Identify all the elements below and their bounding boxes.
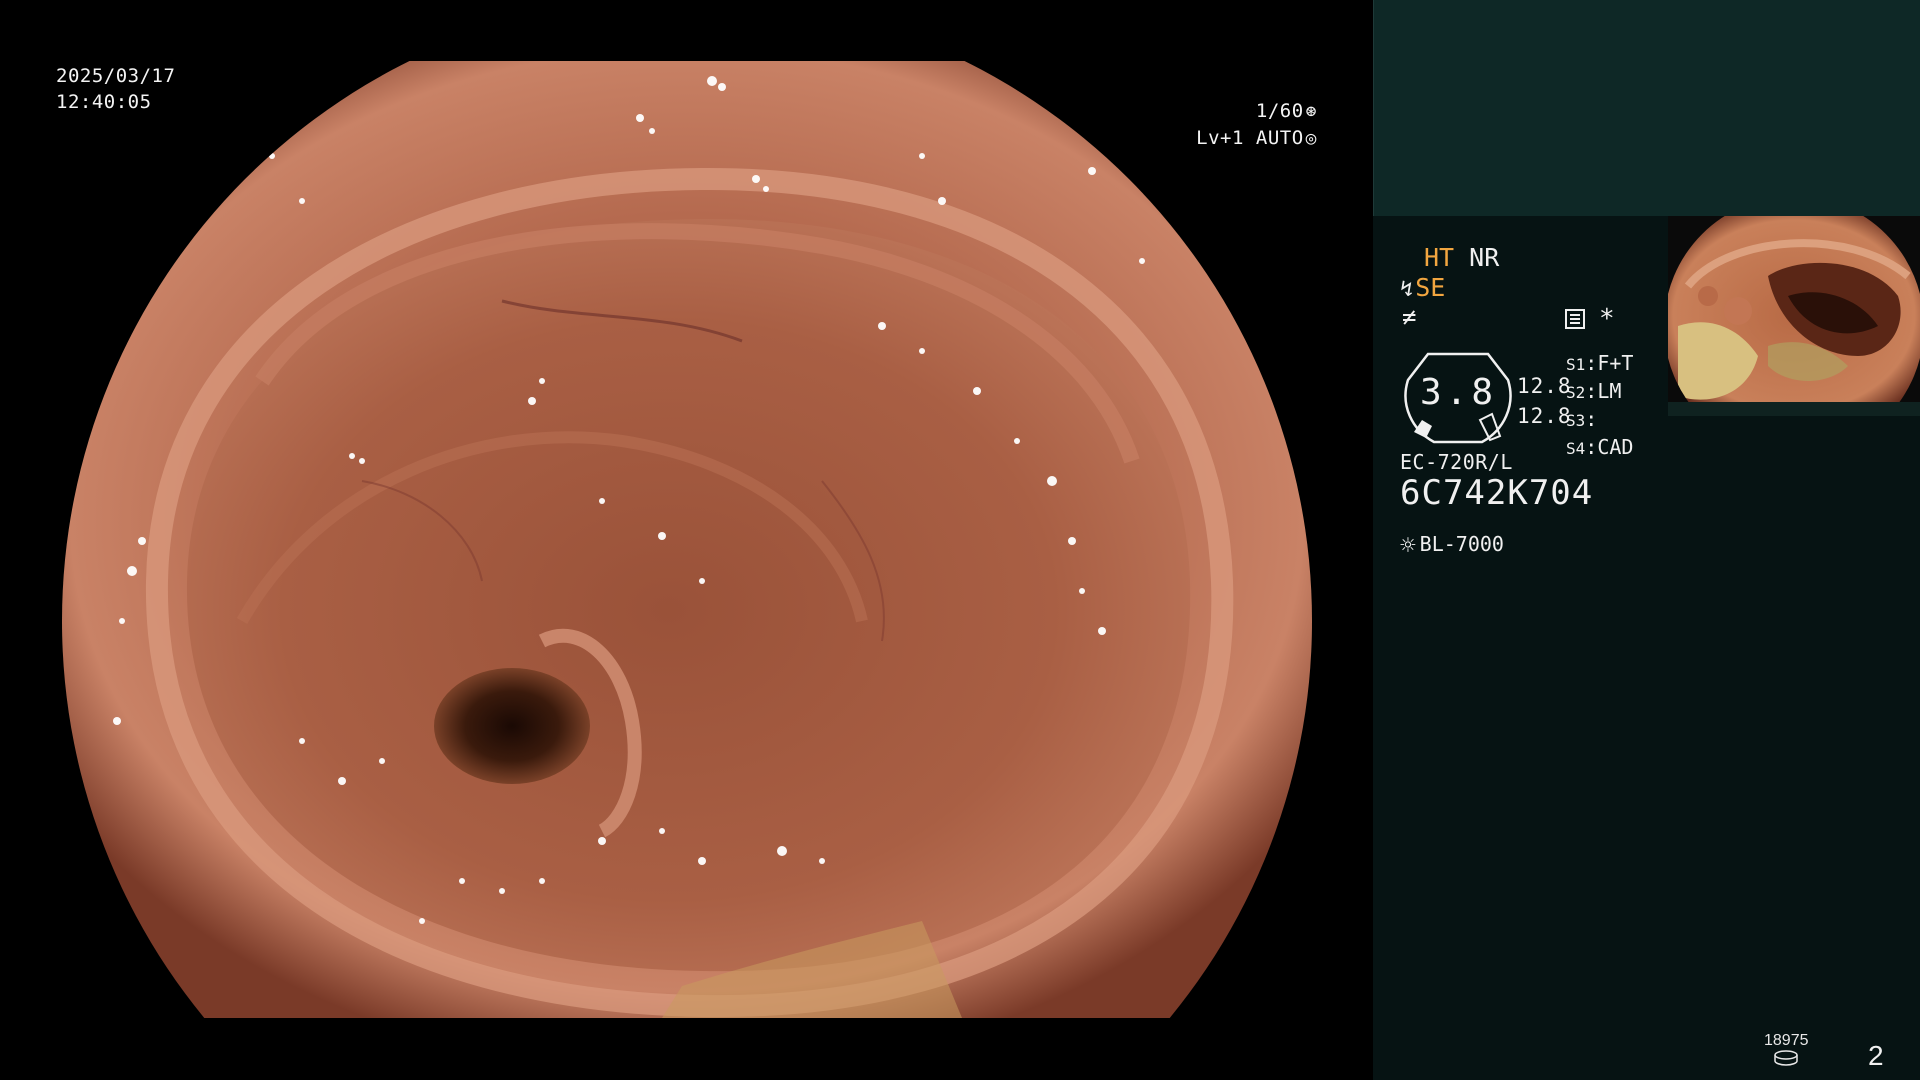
- light-source-model: BL-7000: [1419, 532, 1504, 556]
- gauge-side-top: 12.8: [1517, 374, 1572, 398]
- endoscope-live-view: [62, 61, 1312, 1018]
- not-equal-icon: ≠: [1402, 303, 1417, 331]
- settings-list-icon: [1565, 309, 1585, 329]
- gauge-side-values: 12.8 12.8: [1517, 371, 1572, 431]
- datetime-overlay: 2025/03/17 12:40:05: [56, 63, 175, 115]
- colon-lumen-image: [62, 61, 1312, 1018]
- scope-serial: 6C742K704: [1400, 473, 1594, 513]
- lamp-sun-icon: ☼: [1400, 531, 1416, 561]
- switch-row: S3:: [1566, 407, 1598, 431]
- exam-time: 12:40:05: [56, 91, 152, 113]
- capture-thumbnail[interactable]: [1668, 216, 1920, 415]
- zoom-value: 3.8: [1420, 372, 1498, 413]
- storage-disk-icon: [1774, 1050, 1798, 1066]
- switch-row: S1:F+T: [1566, 351, 1634, 375]
- capture-count: 18975: [1764, 1032, 1809, 1049]
- scope-tip-icon: ↯: [1400, 277, 1414, 302]
- page-number: 2: [1868, 1040, 1884, 1071]
- ht-label: HT: [1424, 243, 1455, 272]
- exam-date: 2025/03/17: [56, 65, 176, 87]
- shutter-speed: 1/60: [1255, 100, 1304, 122]
- thumbnail-info-strip: [1668, 402, 1920, 416]
- asterisk-indicator: *: [1599, 304, 1615, 334]
- scope-model: EC-720R/L: [1400, 450, 1513, 474]
- iris-icon: ◎: [1305, 128, 1317, 149]
- iris-mode: AUTO: [1255, 127, 1304, 149]
- nr-label: NR: [1469, 243, 1500, 272]
- light-source: ☼ BL-7000: [1400, 531, 1504, 561]
- gauge-side-bottom: 12.8: [1517, 404, 1572, 428]
- scope-switch-list: S1:F+T S2:LM S3: S4:CAD: [1566, 350, 1633, 462]
- switch-row: S2:LM: [1566, 379, 1622, 403]
- brightness-level: Lv+1: [1196, 127, 1244, 149]
- thumbnail-image: [1668, 216, 1920, 415]
- exposure-overlay: 1/60 ⊛ Lv+1 AUTO ◎: [1196, 98, 1317, 152]
- structure-enhancement: ↯SE: [1400, 273, 1445, 302]
- enhancement-settings: HT NR: [1424, 243, 1499, 272]
- panel-header-area: [1373, 0, 1920, 216]
- aperture-icon: ⊛: [1305, 101, 1317, 122]
- switch-row: S4:CAD: [1566, 435, 1634, 459]
- se-label: SE: [1415, 273, 1446, 302]
